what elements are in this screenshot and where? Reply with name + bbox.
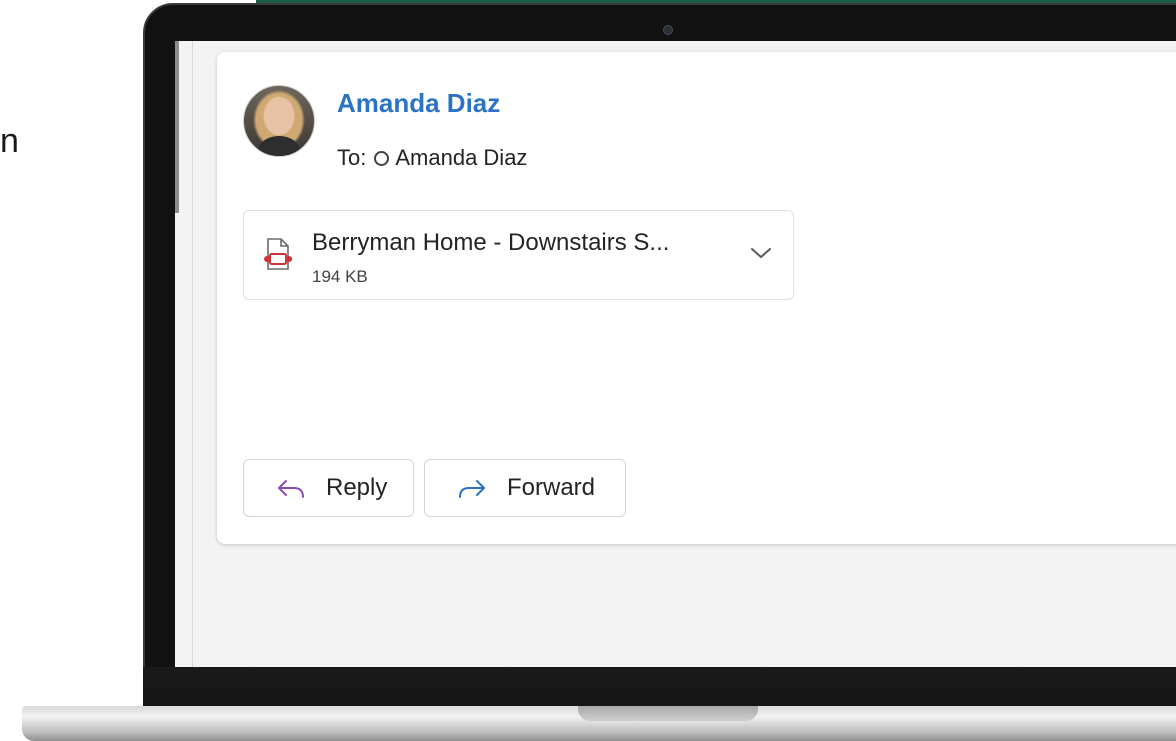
to-label: To: <box>337 145 367 170</box>
reply-button[interactable]: Reply <box>243 459 414 517</box>
webcam-icon <box>663 25 673 35</box>
forward-icon <box>459 480 485 498</box>
attachment-size: 194 KB <box>312 267 368 286</box>
attachment-name: Berryman Home - Downstairs S... <box>312 229 670 256</box>
forward-button[interactable]: Forward <box>424 459 626 517</box>
pdf-file-icon <box>264 238 292 270</box>
recipient-line: To: Amanda Diaz <box>337 145 527 171</box>
attachment-card[interactable]: Berryman Home - Downstairs S... 194 KB <box>243 210 794 300</box>
scrollbar[interactable] <box>175 41 179 213</box>
avatar[interactable] <box>243 85 315 157</box>
sender-name[interactable]: Amanda Diaz <box>337 88 500 119</box>
partial-headline-text: n <box>0 122 19 160</box>
laptop-opening-notch <box>578 706 758 721</box>
reply-label: Reply <box>326 474 388 501</box>
pane-divider <box>192 41 193 667</box>
email-message-card: Amanda Diaz To: Amanda Diaz Berryman Hom… <box>217 52 1176 544</box>
chevron-down-icon[interactable] <box>749 245 773 261</box>
laptop-screen: Amanda Diaz To: Amanda Diaz Berryman Hom… <box>175 41 1176 667</box>
laptop-bezel <box>143 667 1176 709</box>
reply-icon <box>278 480 304 498</box>
recipient-name[interactable]: Amanda Diaz <box>395 145 527 171</box>
forward-label: Forward <box>507 474 596 501</box>
presence-status-icon <box>374 150 390 166</box>
